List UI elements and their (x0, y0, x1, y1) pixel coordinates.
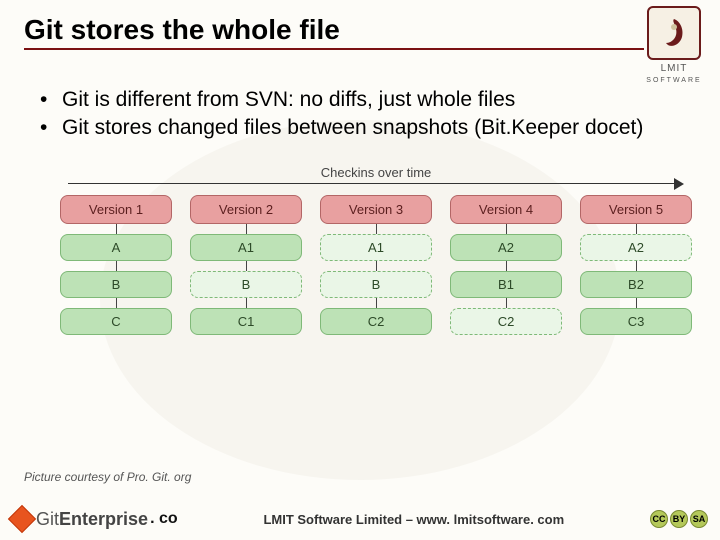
snapshot-diagram: Checkins over time Version 1ABCVersion 2… (60, 165, 692, 375)
brand-enterprise: Enterprise (59, 509, 148, 529)
file-box-unchanged: B (190, 271, 302, 298)
connector-line (376, 224, 377, 234)
connector-line (506, 261, 507, 271)
version-box: Version 1 (60, 195, 172, 224)
connector-line (506, 224, 507, 234)
connector-line (636, 298, 637, 308)
snapshot-column: Version 4 A2 B1 C2 (450, 195, 562, 375)
connector-line (636, 224, 637, 234)
slide-title: Git stores the whole file (24, 14, 620, 46)
file-box-unchanged: A2 (580, 234, 692, 261)
cc-license-badge: CC BY SA (650, 510, 708, 528)
footer-company: LMIT Software Limited – www. lmitsoftwar… (178, 512, 650, 527)
lmit-logo-sub: SOFTWARE (646, 77, 701, 84)
file-box-changed: B2 (580, 271, 692, 298)
version-box: Version 2 (190, 195, 302, 224)
picture-credit: Picture courtesy of Pro. Git. org (24, 470, 191, 484)
connector-line (116, 224, 117, 234)
file-box-changed: C1 (190, 308, 302, 335)
file-box-unchanged: A1 (320, 234, 432, 261)
snapshot-column: Version 1 ABC (60, 195, 172, 375)
git-diamond-icon (8, 505, 36, 533)
file-box-changed: C3 (580, 308, 692, 335)
sa-icon: SA (690, 510, 708, 528)
by-icon: BY (670, 510, 688, 528)
lmit-logo: LMIT SOFTWARE (638, 6, 710, 84)
connector-line (376, 261, 377, 271)
version-box: Version 4 (450, 195, 562, 224)
lmit-logo-name: LMIT (661, 63, 688, 74)
snapshot-column: Version 2 A1 B C1 (190, 195, 302, 375)
version-box: Version 3 (320, 195, 432, 224)
file-box-unchanged: B (320, 271, 432, 298)
file-box-changed: B1 (450, 271, 562, 298)
file-box-changed: A (60, 234, 172, 261)
file-box-changed: C2 (320, 308, 432, 335)
connector-line (246, 298, 247, 308)
connector-line (376, 298, 377, 308)
file-box-changed: A1 (190, 234, 302, 261)
cc-icon: CC (650, 510, 668, 528)
snapshot-column: Version 3 A1 B C2 (320, 195, 432, 375)
footer: GitEnterprise . co LMIT Software Limited… (0, 498, 720, 540)
brand-git: Git (36, 509, 59, 529)
file-box-changed: B (60, 271, 172, 298)
title-underline (24, 48, 644, 50)
gitenterprise-logo: GitEnterprise . co (12, 509, 178, 530)
connector-line (246, 261, 247, 271)
connector-line (116, 298, 117, 308)
version-box: Version 5 (580, 195, 692, 224)
bullet-item: Git is different from SVN: no diffs, jus… (40, 86, 690, 114)
brand-suffix: . co (150, 510, 178, 528)
file-box-changed: C (60, 308, 172, 335)
snapshot-column: Version 5 A2 B2 C3 (580, 195, 692, 375)
file-box-unchanged: C2 (450, 308, 562, 335)
connector-line (636, 261, 637, 271)
connector-line (506, 298, 507, 308)
bullet-list: Git is different from SVN: no diffs, jus… (0, 56, 720, 143)
connector-line (116, 261, 117, 271)
lmit-logo-icon (647, 6, 701, 60)
connector-line (246, 224, 247, 234)
file-box-changed: A2 (450, 234, 562, 261)
time-arrow-icon (68, 177, 684, 191)
bullet-item: Git stores changed files between snapsho… (40, 114, 690, 142)
